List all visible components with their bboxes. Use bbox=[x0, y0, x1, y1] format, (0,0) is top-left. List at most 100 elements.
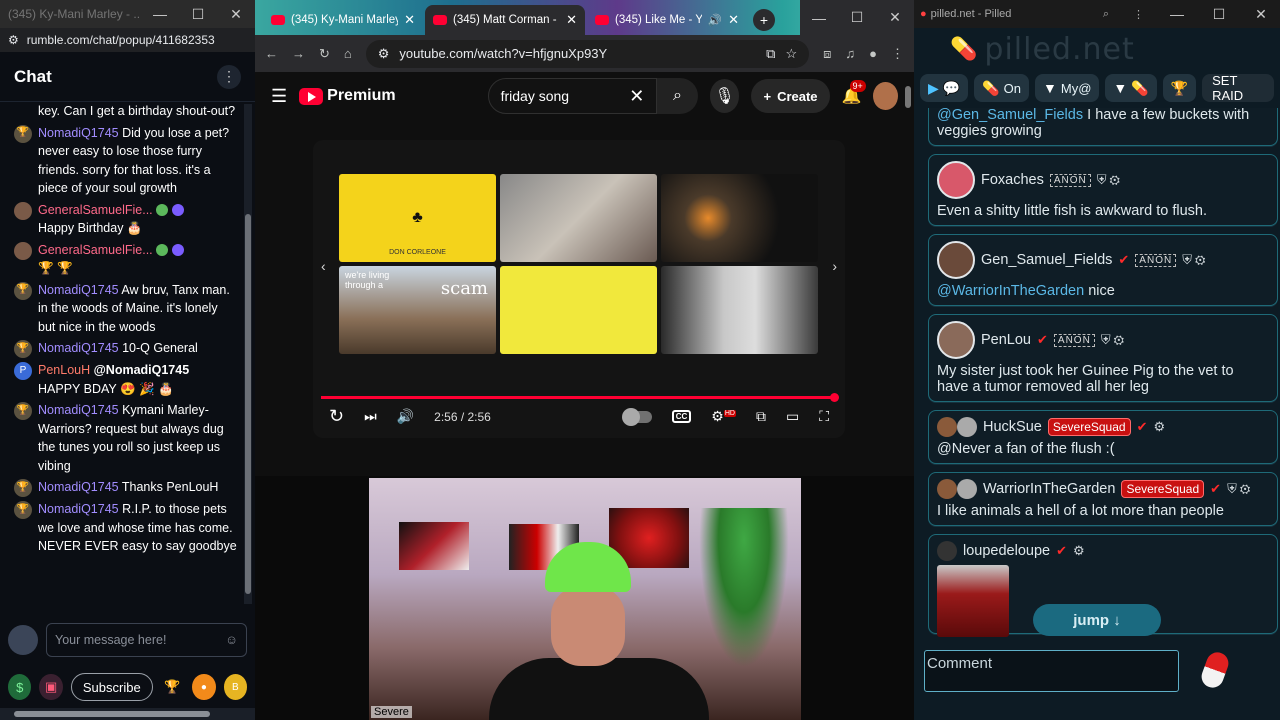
youtube-page-scrollbar[interactable] bbox=[904, 82, 912, 472]
settings-gear-icon[interactable]: ⚙HD bbox=[711, 408, 736, 425]
close-tab-icon[interactable]: ✕ bbox=[728, 12, 739, 28]
user-avatar[interactable]: 🏆 bbox=[14, 340, 32, 358]
chat-scrollbar-thumb[interactable] bbox=[245, 214, 251, 594]
notifications-bell-icon[interactable]: 🔔 9+ bbox=[842, 80, 866, 106]
search-input[interactable]: friday song ✕ bbox=[487, 78, 658, 114]
chat-username[interactable]: NomadiQ1745 bbox=[38, 502, 119, 516]
user-avatar[interactable]: 🏆 bbox=[14, 124, 32, 143]
fullscreen-icon[interactable]: ⛶ bbox=[819, 408, 829, 425]
back-icon[interactable]: ← bbox=[265, 46, 278, 61]
youtube-scrollbar-thumb[interactable] bbox=[905, 86, 911, 108]
user-avatar[interactable] bbox=[937, 321, 975, 359]
user-avatar[interactable] bbox=[957, 417, 977, 437]
close-icon[interactable]: ✕ bbox=[1242, 0, 1280, 28]
trophy-button[interactable]: 🏆 bbox=[1162, 74, 1197, 102]
gear-icon[interactable]: ⚙ bbox=[1153, 419, 1168, 435]
user-avatar[interactable]: P bbox=[14, 362, 32, 380]
forward-icon[interactable]: → bbox=[292, 46, 305, 61]
account-avatar[interactable] bbox=[873, 82, 898, 110]
shield-gear-icons[interactable]: ⛨⚙ bbox=[1227, 481, 1253, 497]
clear-search-icon[interactable]: ✕ bbox=[629, 86, 644, 107]
user-avatar[interactable]: 🏆 bbox=[14, 402, 32, 420]
open-in-app-icon[interactable]: ⧉ bbox=[766, 46, 775, 62]
chrome-menu-icon[interactable]: ⋮ bbox=[891, 46, 904, 62]
shield-gear-icons[interactable]: ⛨⚙ bbox=[1101, 332, 1127, 348]
play-chat-button[interactable]: ▶ 💬 bbox=[920, 74, 969, 102]
post-mention[interactable]: @Gen_Samuel_Fields bbox=[937, 108, 1083, 123]
rumble-url-bar[interactable]: ⚙ rumble.com/chat/popup/411682353 bbox=[0, 28, 255, 52]
zoom-icon[interactable]: ⌕ bbox=[1093, 8, 1119, 21]
chat-username[interactable]: NomadiQ1745 bbox=[38, 341, 119, 355]
post-username[interactable]: loupedeloupe bbox=[963, 543, 1050, 559]
site-info-icon[interactable]: ⚙ bbox=[8, 33, 19, 47]
hamburger-menu-icon[interactable]: ☰ bbox=[271, 86, 287, 107]
new-tab-button[interactable]: + bbox=[753, 9, 775, 31]
pill-toggle-button[interactable]: 💊 On bbox=[974, 74, 1029, 102]
user-avatar[interactable] bbox=[937, 161, 975, 199]
chat-message-list[interactable]: key. Can I get a birthday shout-out? 🏆 N… bbox=[0, 102, 242, 610]
gear-icon[interactable]: ⚙ bbox=[1073, 543, 1088, 559]
close-tab-icon[interactable]: ✕ bbox=[404, 12, 415, 28]
search-button[interactable]: ⌕ bbox=[657, 78, 698, 114]
minimize-icon[interactable]: — bbox=[141, 0, 179, 28]
shield-gear-icons[interactable]: ⛨⚙ bbox=[1182, 252, 1208, 268]
send-pill-icon[interactable] bbox=[1198, 649, 1232, 691]
autoplay-toggle[interactable] bbox=[621, 407, 652, 426]
endscreen-video-thumbnail[interactable] bbox=[661, 174, 818, 262]
bitcoin-icon[interactable]: B bbox=[223, 674, 247, 700]
bookmark-star-icon[interactable]: ☆ bbox=[785, 46, 797, 62]
chat-username[interactable]: NomadiQ1745 bbox=[38, 403, 119, 417]
post-mention[interactable]: @WarriorInTheGarden bbox=[937, 283, 1084, 299]
rant-coin-icon[interactable]: ● bbox=[192, 674, 216, 700]
next-video-icon[interactable]: ⏭ bbox=[364, 408, 377, 425]
chat-username[interactable]: PenLouH bbox=[38, 363, 90, 377]
volume-icon[interactable]: 🔊 bbox=[397, 408, 414, 425]
home-icon[interactable]: ⌂ bbox=[344, 46, 352, 61]
user-avatar[interactable] bbox=[937, 241, 975, 279]
emoji-icon[interactable]: ☺ bbox=[225, 633, 238, 647]
chat-username[interactable]: NomadiQ1745 bbox=[38, 480, 119, 494]
theater-mode-icon[interactable]: ▭ bbox=[786, 408, 799, 425]
chat-username[interactable]: GeneralSamuelFie... bbox=[38, 203, 153, 217]
user-avatar[interactable]: 🏆 bbox=[14, 281, 32, 300]
endscreen-video-thumbnail[interactable] bbox=[500, 174, 657, 262]
minimize-icon[interactable]: — bbox=[800, 4, 838, 32]
chat-menu-icon[interactable]: ⋮ bbox=[217, 64, 241, 89]
post-username[interactable]: HuckSue bbox=[983, 419, 1042, 435]
site-info-icon[interactable]: ⚙ bbox=[378, 46, 390, 62]
my-avatar[interactable] bbox=[8, 625, 38, 655]
endscreen-video-thumbnail[interactable]: DON CORLEONE ♣ bbox=[339, 174, 496, 262]
post-username[interactable]: WarriorInTheGarden bbox=[983, 481, 1115, 497]
endscreen-video-thumbnail[interactable] bbox=[661, 266, 818, 354]
pilled-chat-feed[interactable]: @Gen_Samuel_Fields I have a few buckets … bbox=[928, 108, 1278, 648]
tab-like-me[interactable]: (345) Like Me - Yo 🔊 ✕ bbox=[587, 5, 747, 35]
jump-to-latest-button[interactable]: jump ↓ bbox=[1033, 604, 1161, 636]
tab-ky-mani-marley[interactable]: (345) Ky-Mani Marley ✕ bbox=[263, 5, 423, 35]
user-avatar[interactable] bbox=[957, 479, 977, 499]
post-username[interactable]: Foxaches bbox=[981, 172, 1044, 188]
gift-icon[interactable]: ▣ bbox=[39, 674, 63, 700]
media-control-icon[interactable]: ♫ bbox=[845, 46, 855, 61]
app-menu-icon[interactable]: ⋮ bbox=[1123, 8, 1154, 21]
voice-search-icon[interactable]: 🎙 bbox=[709, 79, 740, 113]
replay-icon[interactable]: ↻ bbox=[329, 406, 344, 427]
endscreen-video-thumbnail[interactable] bbox=[500, 266, 657, 354]
endscreen-video-thumbnail[interactable]: we're living through a scam bbox=[339, 266, 496, 354]
post-username[interactable]: Gen_Samuel_Fields bbox=[981, 252, 1112, 268]
miniplayer-icon[interactable]: ⧉ bbox=[756, 408, 766, 425]
pilled-logo[interactable]: 💊 pilled.net bbox=[914, 28, 1280, 70]
video-progress-bar[interactable] bbox=[321, 393, 839, 402]
tab-matt-corman[interactable]: (345) Matt Corman - ✕ bbox=[425, 5, 585, 35]
close-icon[interactable]: ✕ bbox=[217, 0, 255, 28]
reload-icon[interactable]: ↻ bbox=[319, 46, 330, 62]
shield-gear-icons[interactable]: ⛨⚙ bbox=[1097, 172, 1123, 188]
deadpool-image[interactable] bbox=[937, 565, 1009, 637]
chevron-right-icon[interactable]: › bbox=[832, 258, 837, 274]
horizontal-scrollbar-thumb[interactable] bbox=[14, 711, 210, 717]
profile-icon[interactable]: ● bbox=[869, 46, 877, 61]
trophy-icon[interactable]: 🏆 bbox=[161, 674, 184, 700]
audio-playing-icon[interactable]: 🔊 bbox=[708, 13, 722, 27]
chevron-left-icon[interactable]: ‹ bbox=[321, 258, 326, 274]
filter-pill-button[interactable]: ▼ 💊 bbox=[1105, 74, 1157, 102]
video-player[interactable]: DON CORLEONE ♣ we're living through a scam… bbox=[313, 140, 845, 438]
